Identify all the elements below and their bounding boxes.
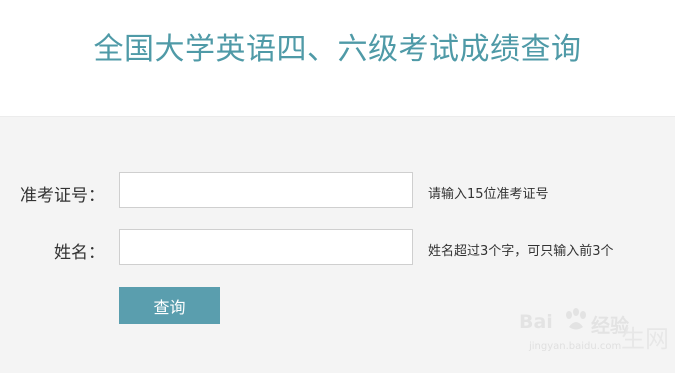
exam-number-label: 准考证号： xyxy=(20,186,105,206)
page-header: 全国大学英语四、六级考试成绩查询 xyxy=(0,0,675,116)
paw-icon xyxy=(566,308,586,330)
name-row: 姓名： 姓名超过3个字，可只输入前3个 xyxy=(0,229,675,269)
query-form: 准考证号： 请输入15位准考证号 姓名： 姓名超过3个字，可只输入前3个 查询 … xyxy=(0,116,675,373)
baidu-jingyan-watermark: Bai 经验 jingyan.baidu.com 生网 xyxy=(519,305,669,369)
page-title: 全国大学英语四、六级考试成绩查询 xyxy=(93,32,582,67)
name-label: 姓名： xyxy=(54,243,105,263)
watermark-brand: Bai xyxy=(519,311,553,333)
watermark-url: jingyan.baidu.com xyxy=(529,341,622,352)
watermark-corner-text: 生网 xyxy=(621,325,669,353)
exam-number-input[interactable] xyxy=(119,172,413,208)
name-input[interactable] xyxy=(119,229,413,265)
query-button[interactable]: 查询 xyxy=(119,287,220,324)
exam-number-row: 准考证号： 请输入15位准考证号 xyxy=(0,172,675,212)
name-hint: 姓名超过3个字，可只输入前3个 xyxy=(428,244,614,259)
exam-number-hint: 请输入15位准考证号 xyxy=(428,187,549,202)
